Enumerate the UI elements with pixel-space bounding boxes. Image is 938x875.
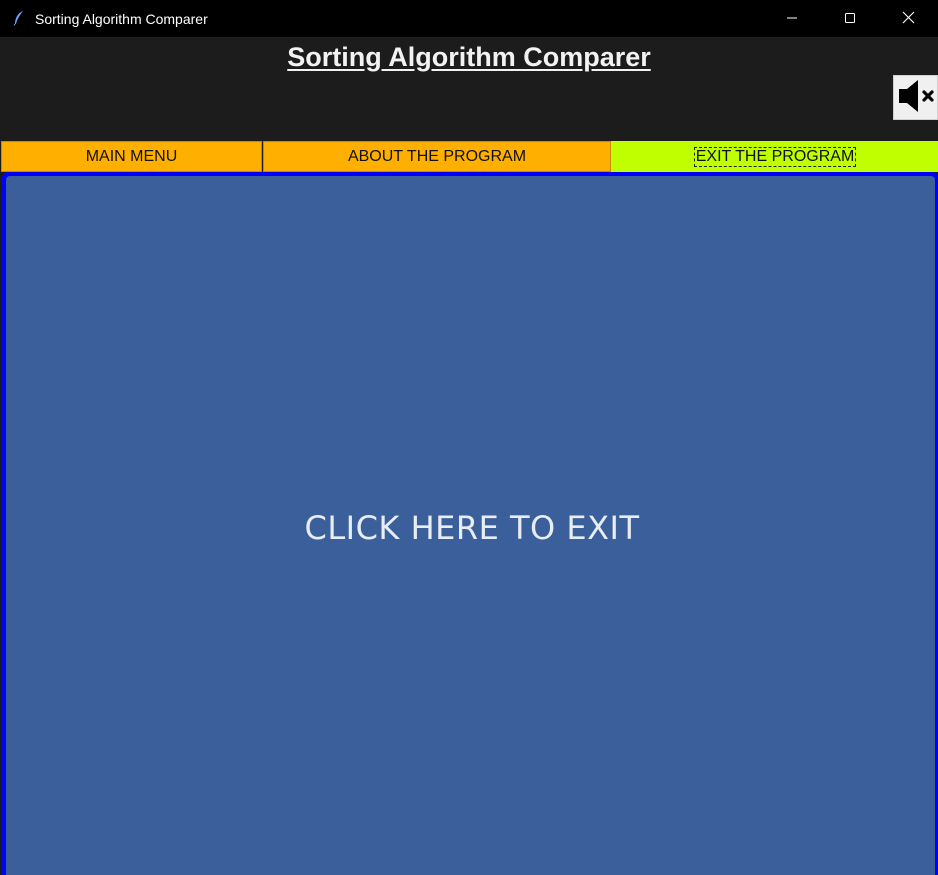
tab-main-menu[interactable]: MAIN MENU xyxy=(1,141,262,172)
mute-button[interactable] xyxy=(893,75,938,120)
tab-label: ABOUT THE PROGRAM xyxy=(347,147,527,165)
app-window: Sorting Algorithm Comparer Sorting Algor… xyxy=(0,0,938,875)
exit-button-label: CLICK HERE TO EXIT xyxy=(304,508,640,547)
tab-label: EXIT THE PROGRAM xyxy=(693,146,857,167)
tab-label: MAIN MENU xyxy=(85,147,178,165)
exit-button[interactable]: CLICK HERE TO EXIT xyxy=(6,176,935,875)
close-icon xyxy=(902,9,915,28)
title-bar[interactable]: Sorting Algorithm Comparer xyxy=(0,0,938,38)
speaker-muted-icon xyxy=(896,76,936,120)
tab-exit-the-program[interactable]: EXIT THE PROGRAM xyxy=(611,141,938,172)
close-button[interactable] xyxy=(879,0,937,37)
feather-icon xyxy=(12,10,26,26)
maximize-button[interactable] xyxy=(821,0,879,37)
maximize-icon xyxy=(844,9,856,28)
page-title: Sorting Algorithm Comparer xyxy=(287,42,651,72)
window-title: Sorting Algorithm Comparer xyxy=(35,11,208,27)
main-panel: CLICK HERE TO EXIT xyxy=(2,172,938,875)
minimize-icon xyxy=(786,9,798,28)
minimize-button[interactable] xyxy=(763,0,821,37)
tab-about-the-program[interactable]: ABOUT THE PROGRAM xyxy=(263,141,611,172)
tab-bar: MAIN MENU ABOUT THE PROGRAM EXIT THE PRO… xyxy=(1,141,938,172)
